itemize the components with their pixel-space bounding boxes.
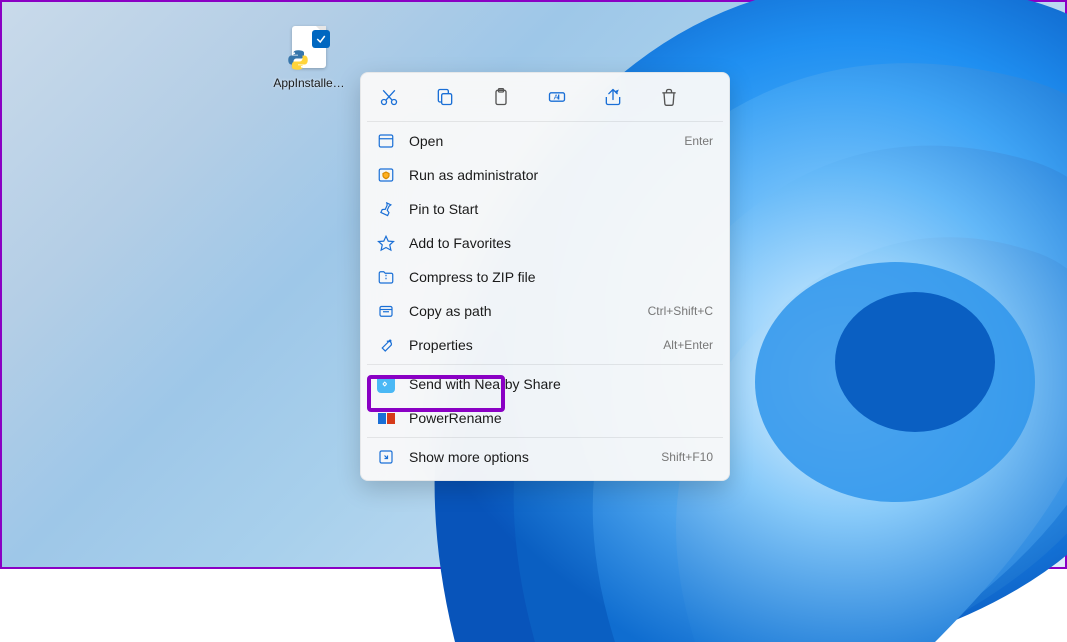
copy-icon[interactable] (433, 85, 457, 109)
expand-icon (377, 448, 395, 466)
menu-item-label: Compress to ZIP file (409, 269, 713, 285)
context-menu: A Open Enter Run as administrator Pin to… (360, 72, 730, 481)
separator (367, 121, 723, 122)
window-icon (377, 132, 395, 150)
menu-item-label: Run as administrator (409, 167, 713, 183)
shield-icon (377, 166, 395, 184)
svg-text:A: A (554, 93, 559, 102)
wrench-icon (377, 336, 395, 354)
powerrename-icon (377, 409, 395, 427)
menu-item-add-favorites[interactable]: Add to Favorites (367, 226, 723, 260)
nearby-share-icon (377, 375, 395, 393)
menu-item-shortcut: Shift+F10 (661, 450, 713, 464)
menu-item-more-options[interactable]: Show more options Shift+F10 (367, 440, 723, 474)
menu-item-shortcut: Alt+Enter (663, 338, 713, 352)
zip-icon (377, 268, 395, 286)
paste-icon[interactable] (489, 85, 513, 109)
delete-icon[interactable] (657, 85, 681, 109)
menu-item-label: Show more options (409, 449, 647, 465)
menu-item-compress-zip[interactable]: Compress to ZIP file (367, 260, 723, 294)
share-icon[interactable] (601, 85, 625, 109)
menu-item-nearby-share[interactable]: Send with Nearby Share (367, 367, 723, 401)
menu-item-shortcut: Ctrl+Shift+C (648, 304, 713, 318)
menu-item-copy-path[interactable]: Copy as path Ctrl+Shift+C (367, 294, 723, 328)
menu-item-label: PowerRename (409, 410, 713, 426)
menu-item-open[interactable]: Open Enter (367, 124, 723, 158)
cut-icon[interactable] (377, 85, 401, 109)
menu-item-label: Pin to Start (409, 201, 713, 217)
pin-icon (377, 200, 395, 218)
star-icon (377, 234, 395, 252)
quick-actions-row: A (367, 79, 723, 119)
desktop-file-label: AppInstalle… (272, 76, 346, 90)
copy-path-icon (377, 302, 395, 320)
menu-item-shortcut: Enter (684, 134, 713, 148)
separator (367, 437, 723, 438)
menu-item-label: Open (409, 133, 670, 149)
separator (367, 364, 723, 365)
menu-item-label: Send with Nearby Share (409, 376, 713, 392)
menu-item-powerrename[interactable]: PowerRename (367, 401, 723, 435)
menu-item-label: Properties (409, 337, 649, 353)
menu-item-run-admin[interactable]: Run as administrator (367, 158, 723, 192)
desktop-file-icon[interactable]: AppInstalle… (272, 26, 346, 90)
menu-item-properties[interactable]: Properties Alt+Enter (367, 328, 723, 362)
menu-item-pin-start[interactable]: Pin to Start (367, 192, 723, 226)
menu-item-label: Copy as path (409, 303, 634, 319)
rename-icon[interactable]: A (545, 85, 569, 109)
menu-item-label: Add to Favorites (409, 235, 713, 251)
appinstaller-file-icon (286, 26, 332, 72)
